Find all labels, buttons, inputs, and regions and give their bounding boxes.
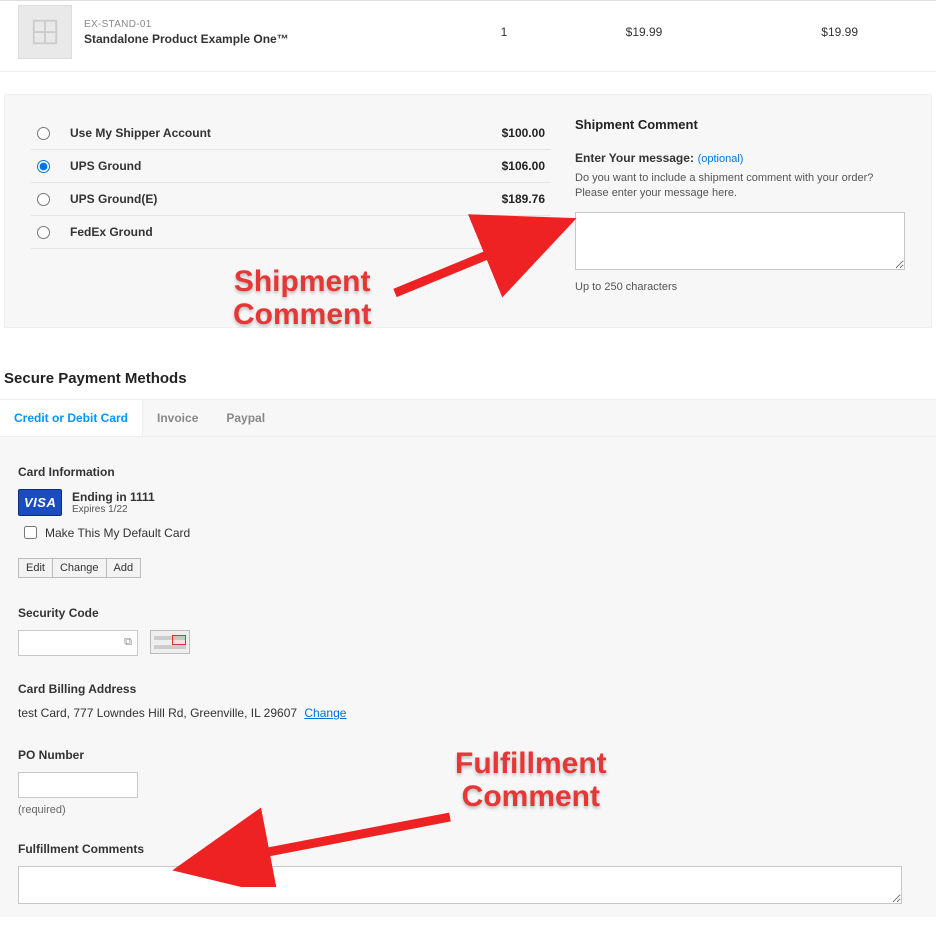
edit-button[interactable]: Edit — [19, 559, 53, 577]
fulfillment-comments-label: Fulfillment Comments — [18, 842, 918, 856]
payment-body: Card Information VISA Ending in 1111 Exp… — [0, 437, 936, 917]
shipping-option-price: $100.00 — [502, 126, 551, 140]
po-number-input[interactable] — [18, 772, 138, 798]
card-ending: Ending in 1111 — [72, 490, 155, 504]
shipping-option-label: UPS Ground — [70, 159, 502, 173]
optional-label: (optional) — [698, 153, 744, 165]
billing-address-text: test Card, 777 Lowndes Hill Rd, Greenvil… — [18, 706, 297, 720]
product-sku: EX-STAND-01 — [84, 19, 444, 30]
tab-paypal[interactable]: Paypal — [212, 400, 279, 436]
shipment-comment-title: Shipment Comment — [575, 117, 905, 132]
shipment-comment-description: Do you want to include a shipment commen… — [575, 171, 905, 202]
shipping-option-label: Use My Shipper Account — [70, 126, 502, 140]
product-row: EX-STAND-01 Standalone Product Example O… — [0, 1, 936, 72]
shipping-option-price: $106.00 — [502, 159, 551, 173]
security-code-label: Security Code — [18, 606, 918, 620]
shipment-comment-subtitle: Enter Your message: — [575, 151, 694, 165]
shipping-radio[interactable] — [37, 127, 50, 140]
payment-section-title: Secure Payment Methods — [0, 354, 936, 400]
product-thumbnail — [18, 5, 72, 59]
shipping-radio[interactable] — [37, 160, 50, 173]
shipping-options: Use My Shipper Account $100.00 UPS Groun… — [31, 117, 551, 293]
security-code-input[interactable] — [18, 630, 138, 656]
default-card-row[interactable]: Make This My Default Card — [24, 526, 918, 540]
shipping-option[interactable]: UPS Ground(E) $189.76 — [31, 183, 551, 216]
shipment-comment-section: Shipment Comment Enter Your message: (op… — [551, 117, 905, 293]
default-card-checkbox[interactable] — [24, 526, 37, 539]
product-line-total: $19.99 — [724, 25, 918, 39]
shipment-comment-textarea[interactable] — [575, 212, 905, 270]
tab-credit-card[interactable]: Credit or Debit Card — [0, 400, 143, 436]
cvv-hint-icon — [150, 630, 190, 654]
product-name: Standalone Product Example One™ — [84, 32, 444, 46]
shipping-option-price: $233.56 — [502, 225, 551, 239]
payment-tabs: Credit or Debit Card Invoice Paypal — [0, 400, 936, 437]
shipping-option-price: $189.76 — [502, 192, 551, 206]
lock-icon: ⧉ — [124, 636, 132, 649]
shipping-option[interactable]: FedEx Ground $233.56 — [31, 216, 551, 249]
visa-badge-icon: VISA — [18, 489, 62, 516]
change-button[interactable]: Change — [53, 559, 107, 577]
tab-invoice[interactable]: Invoice — [143, 400, 212, 436]
product-qty: 1 — [444, 25, 564, 39]
shipping-option[interactable]: Use My Shipper Account $100.00 — [31, 117, 551, 150]
shipping-panel: Use My Shipper Account $100.00 UPS Groun… — [4, 94, 932, 328]
shipping-radio[interactable] — [37, 193, 50, 206]
billing-address-label: Card Billing Address — [18, 682, 918, 696]
shipment-comment-hint: Up to 250 characters — [575, 281, 905, 293]
shipping-radio[interactable] — [37, 226, 50, 239]
po-required-hint: (required) — [18, 804, 918, 816]
shipping-option-label: UPS Ground(E) — [70, 192, 502, 206]
card-info-label: Card Information — [18, 465, 918, 479]
fulfillment-comments-textarea[interactable] — [18, 866, 902, 904]
change-address-link[interactable]: Change — [304, 706, 346, 720]
shipping-option-label: FedEx Ground — [70, 225, 502, 239]
card-expiry: Expires 1/22 — [72, 504, 155, 515]
card-button-group: Edit Change Add — [18, 558, 141, 578]
shipping-option[interactable]: UPS Ground $106.00 — [31, 150, 551, 183]
product-unit-price: $19.99 — [564, 25, 724, 39]
po-number-label: PO Number — [18, 748, 918, 762]
add-button[interactable]: Add — [107, 559, 141, 577]
default-card-label: Make This My Default Card — [45, 526, 190, 540]
